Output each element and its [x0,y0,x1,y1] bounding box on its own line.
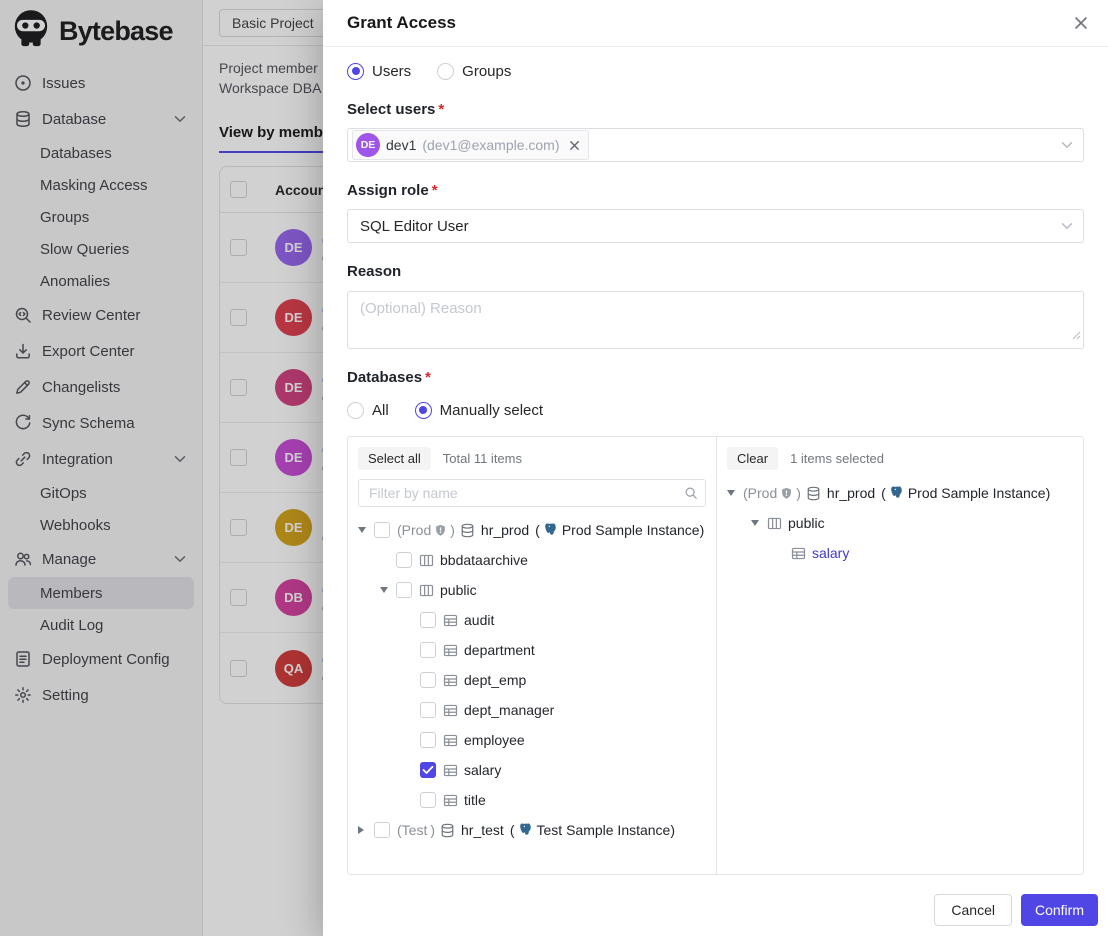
chip-user-email: (dev1@example.com) [422,137,559,153]
schema-icon [767,516,782,531]
table-icon [443,613,458,628]
tree-node-bbdataarchive[interactable]: bbdataarchive [358,545,706,575]
total-items-text: Total 11 items [443,451,522,466]
table-icon [443,703,458,718]
table-icon [443,643,458,658]
select-users-label: Select users* [347,101,1084,118]
tree-node-salary[interactable]: salary [358,755,706,785]
resize-handle-icon[interactable] [1072,327,1081,345]
tree-checkbox[interactable] [420,642,436,658]
chevron-down-icon [1061,222,1073,230]
tree-checkbox[interactable] [420,762,436,778]
chevron-down-icon [1061,141,1073,149]
grant-access-modal: Grant Access Users Groups Select users* … [323,0,1108,936]
databases-scope-radios: All Manually select [347,400,1084,420]
tree-checkbox[interactable] [420,792,436,808]
modal-title: Grant Access [347,13,456,33]
filter-by-name-input[interactable] [358,479,706,507]
required-asterisk: * [432,182,438,199]
tree-node-title[interactable]: title [358,785,706,815]
table-icon [443,793,458,808]
tree-node-public[interactable]: public [727,508,1073,538]
app-screen: Bytebase IssuesDatabaseDatabasesMasking … [0,0,1108,936]
tree-node-employee[interactable]: employee [358,725,706,755]
assign-role-select[interactable]: SQL Editor User [347,209,1084,243]
required-asterisk: * [425,369,431,386]
modal-header: Grant Access [323,0,1108,47]
caret-down-icon[interactable] [727,490,743,496]
cancel-button[interactable]: Cancel [934,894,1012,926]
tree-node-public[interactable]: public [358,575,706,605]
tree-node-dept_emp[interactable]: dept_emp [358,665,706,695]
tree-node-hr_test[interactable]: (Test)hr_test(Test Sample Instance) [358,815,706,845]
select-users-input[interactable]: DE dev1 (dev1@example.com) [347,128,1084,162]
schema-icon [419,553,434,568]
table-icon [443,733,458,748]
postgres-icon [890,485,904,502]
source-tree: (Prod)hr_prod(Prod Sample Instance)bbdat… [358,515,706,845]
tree-checkbox[interactable] [374,822,390,838]
radio-all[interactable]: All [347,402,389,419]
reason-textarea[interactable] [347,291,1084,349]
radio-users[interactable]: Users [347,63,411,80]
table-icon [443,673,458,688]
shield-icon [780,487,793,500]
search-icon [684,486,698,500]
table-icon [443,763,458,778]
tree-checkbox[interactable] [420,612,436,628]
selected-count-text: 1 items selected [790,451,884,466]
radio-groups-dot [437,63,454,80]
tree-checkbox[interactable] [374,522,390,538]
selected-tree: (Prod)hr_prod(Prod Sample Instance)publi… [727,478,1073,568]
postgres-icon [544,522,558,539]
reason-label: Reason [347,263,1084,280]
principal-type-radios: Users Groups [347,61,1084,81]
user-chip: DE dev1 (dev1@example.com) [352,130,589,160]
required-asterisk: * [438,101,444,118]
database-icon [806,486,821,501]
close-icon[interactable] [1072,14,1090,32]
confirm-button[interactable]: Confirm [1021,894,1098,926]
database-picker: Select all Total 11 items (Prod)hr_prod(… [347,436,1084,875]
avatar: DE [356,133,380,157]
tree-node-salary[interactable]: salary [727,538,1073,568]
database-icon [440,823,455,838]
radio-manually-select-dot [415,402,432,419]
chip-remove-icon[interactable] [568,139,581,152]
caret-down-icon[interactable] [380,587,396,593]
modal-footer: Cancel Confirm [323,884,1108,936]
tree-node-audit[interactable]: audit [358,605,706,635]
tree-node-hr_prod[interactable]: (Prod)hr_prod(Prod Sample Instance) [358,515,706,545]
database-picker-selected-panel: Clear 1 items selected (Prod)hr_prod(Pro… [717,437,1083,874]
radio-groups[interactable]: Groups [437,63,511,80]
caret-right-icon[interactable] [358,826,374,834]
tree-node-hr_prod[interactable]: (Prod)hr_prod(Prod Sample Instance) [727,478,1073,508]
clear-button[interactable]: Clear [727,447,778,470]
radio-manually-select[interactable]: Manually select [415,402,543,419]
database-icon [460,523,475,538]
database-picker-source-panel: Select all Total 11 items (Prod)hr_prod(… [348,437,717,874]
postgres-icon [519,822,533,839]
tree-node-department[interactable]: department [358,635,706,665]
tree-checkbox[interactable] [396,552,412,568]
tree-checkbox[interactable] [420,672,436,688]
assign-role-label: Assign role* [347,182,1084,199]
databases-label: Databases* [347,369,1084,386]
radio-users-dot [347,63,364,80]
tree-node-dept_manager[interactable]: dept_manager [358,695,706,725]
caret-down-icon[interactable] [358,527,374,533]
shield-icon [434,524,447,537]
table-icon [791,546,806,561]
schema-icon [419,583,434,598]
radio-all-dot [347,402,364,419]
assign-role-value: SQL Editor User [360,218,469,235]
tree-checkbox[interactable] [396,582,412,598]
select-all-button[interactable]: Select all [358,447,431,470]
tree-checkbox[interactable] [420,732,436,748]
tree-checkbox[interactable] [420,702,436,718]
chip-user-name: dev1 [386,137,416,153]
caret-down-icon[interactable] [751,520,767,526]
